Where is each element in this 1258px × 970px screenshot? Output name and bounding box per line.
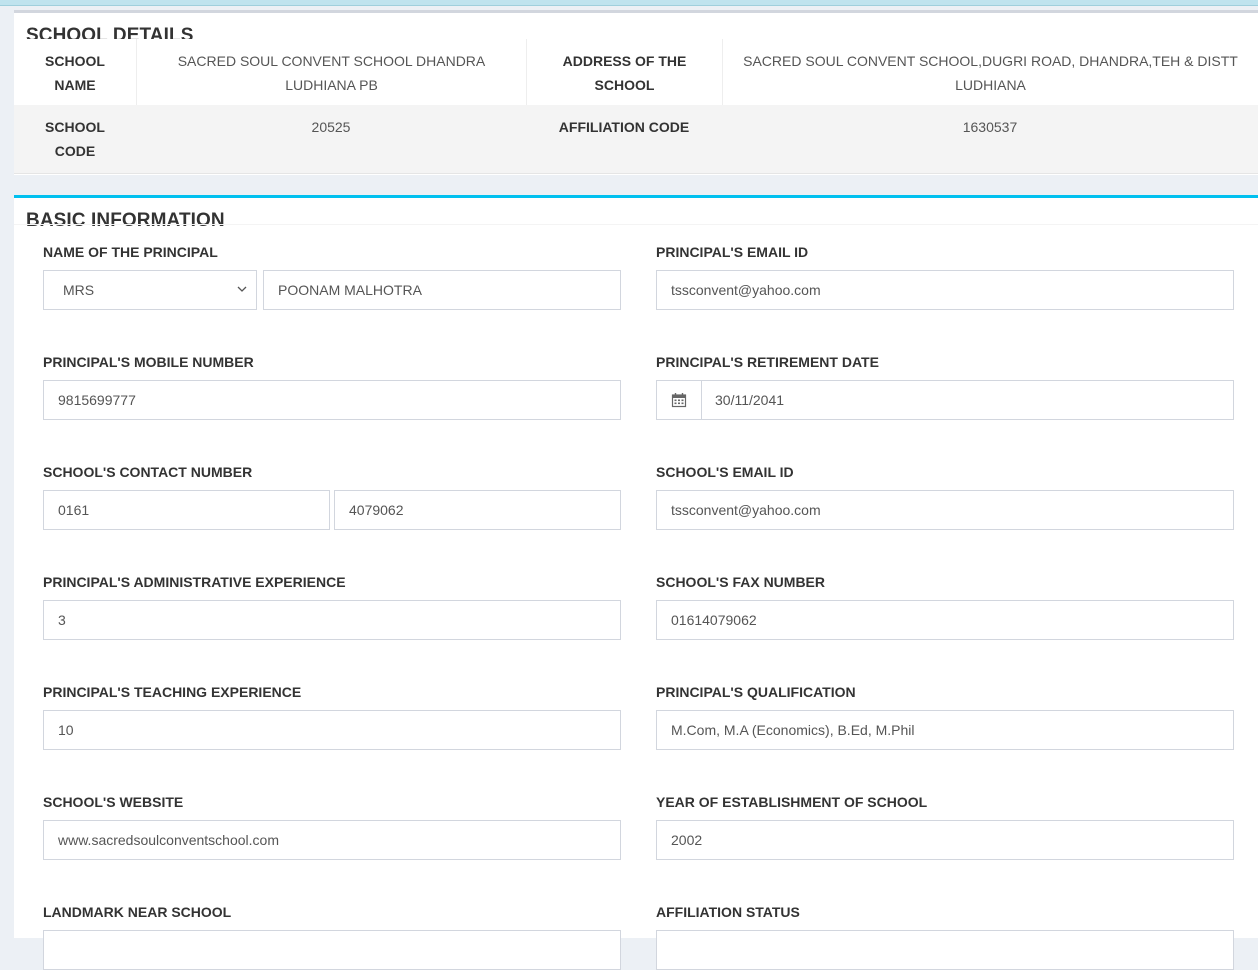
address-value: SACRED SOUL CONVENT SCHOOL,DUGRI ROAD, D…: [722, 39, 1258, 105]
chevron-down-icon: [236, 271, 248, 309]
affiliation-status-label: AFFILIATION STATUS: [656, 904, 800, 920]
address-label: ADDRESS OF THE SCHOOL: [526, 39, 722, 105]
principal-mobile-label: PRINCIPAL'S MOBILE NUMBER: [43, 354, 254, 370]
details-row-2: SCHOOL CODE 20525 AFFILIATION CODE 16305…: [14, 105, 1258, 174]
details-row-1: SCHOOL NAME SACRED SOUL CONVENT SCHOOL D…: [14, 39, 1258, 105]
school-contact-label: SCHOOL'S CONTACT NUMBER: [43, 464, 253, 480]
school-name-value: SACRED SOUL CONVENT SCHOOL DHANDRA LUDHI…: [136, 39, 526, 105]
landmark-label: LANDMARK NEAR SCHOOL: [43, 904, 232, 920]
principal-name-label: NAME OF THE PRINCIPAL: [43, 244, 218, 260]
fax-input[interactable]: 01614079062: [656, 600, 1234, 640]
school-details-box: SCHOOL DETAILS SCHOOL NAME SACRED SOUL C…: [14, 10, 1258, 175]
top-border: [0, 0, 1258, 6]
qualification-label: PRINCIPAL'S QUALIFICATION: [656, 684, 856, 700]
school-email-input[interactable]: tssconvent@yahoo.com: [656, 490, 1234, 530]
basic-information-title: BASIC INFORMATION: [26, 210, 225, 231]
principal-name-input[interactable]: POONAM MALHOTRA: [263, 270, 621, 310]
retirement-date-value: 30/11/2041: [715, 392, 785, 408]
retirement-date-label: PRINCIPAL'S RETIREMENT DATE: [656, 354, 879, 370]
affiliation-code-value: 1630537: [962, 119, 1018, 135]
admin-experience-label: PRINCIPAL'S ADMINISTRATIVE EXPERIENCE: [43, 574, 346, 590]
landmark-input[interactable]: [43, 930, 621, 970]
principal-email-label: PRINCIPAL'S EMAIL ID: [656, 244, 809, 260]
affiliation-code-label: AFFILIATION CODE: [558, 119, 690, 135]
school-code-label: SCHOOL CODE: [45, 119, 105, 159]
title-divider: [14, 224, 1258, 225]
calendar-icon: [657, 381, 702, 419]
affiliation-status-input[interactable]: [656, 930, 1234, 970]
basic-information-box: BASIC INFORMATION NAME OF THE PRINCIPAL …: [14, 195, 1258, 970]
school-name-label: SCHOOL NAME: [45, 53, 105, 93]
establishment-year-label: YEAR OF ESTABLISHMENT OF SCHOOL: [656, 794, 928, 810]
website-input[interactable]: www.sacredsoulconventschool.com: [43, 820, 621, 860]
principal-email-input[interactable]: tssconvent@yahoo.com: [656, 270, 1234, 310]
school-email-label: SCHOOL'S EMAIL ID: [656, 464, 794, 480]
teaching-experience-input[interactable]: 10: [43, 710, 621, 750]
teaching-experience-label: PRINCIPAL'S TEACHING EXPERIENCE: [43, 684, 302, 700]
school-code-value: 20525: [311, 119, 351, 135]
retirement-date-input[interactable]: 30/11/2041: [656, 380, 1234, 420]
contact-number-input[interactable]: 4079062: [334, 490, 621, 530]
fax-label: SCHOOL'S FAX NUMBER: [656, 574, 826, 590]
website-label: SCHOOL'S WEBSITE: [43, 794, 184, 810]
qualification-input[interactable]: M.Com, M.A (Economics), B.Ed, M.Phil: [656, 710, 1234, 750]
principal-mobile-input[interactable]: 9815699777: [43, 380, 621, 420]
std-code-input[interactable]: 0161: [43, 490, 330, 530]
admin-experience-input[interactable]: 3: [43, 600, 621, 640]
salutation-select[interactable]: MRS: [43, 270, 257, 310]
establishment-year-input[interactable]: 2002: [656, 820, 1234, 860]
